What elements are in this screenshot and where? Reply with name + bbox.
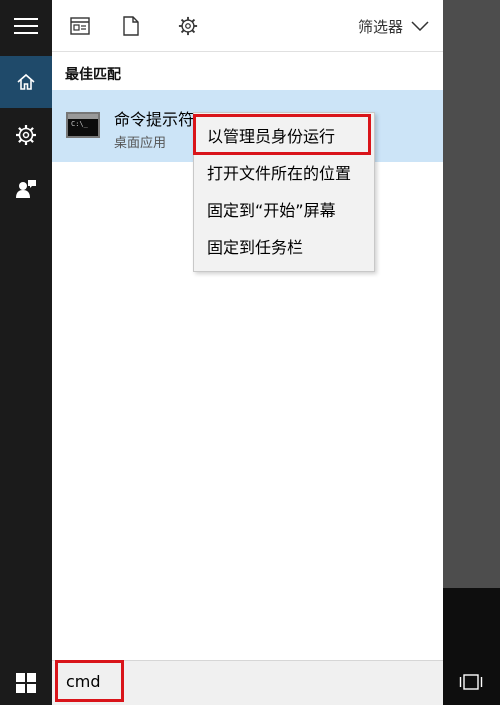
menu-item-pin-to-start[interactable]: 固定到“开始”屏幕: [194, 192, 374, 226]
settings-button[interactable]: [0, 109, 52, 161]
settings-gear-icon: [178, 16, 198, 36]
blank-document-icon: [123, 16, 139, 36]
settings-filter-button[interactable]: [176, 14, 200, 38]
feedback-button[interactable]: [0, 163, 52, 215]
home-button[interactable]: [0, 56, 52, 108]
best-match-heading: 最佳匹配: [65, 67, 121, 83]
desktop-backdrop: [443, 0, 500, 590]
settings-gear-icon: [16, 125, 36, 145]
search-input-highlight: [55, 660, 124, 702]
documents-filter-button[interactable]: [119, 14, 143, 38]
apps-filter-button[interactable]: [68, 14, 92, 38]
hamburger-menu-button[interactable]: [0, 0, 52, 52]
user-feedback-icon: [16, 180, 36, 198]
left-rail: [0, 0, 52, 705]
panel-toolbar: 筛选器: [52, 0, 443, 52]
menu-item-pin-to-taskbar[interactable]: 固定到任务栏: [194, 229, 374, 263]
result-type: 桌面应用: [114, 136, 167, 151]
task-view-button[interactable]: [457, 668, 485, 696]
windows-logo-icon: [16, 672, 36, 693]
document-window-icon: [70, 17, 90, 35]
menu-item-open-file-location[interactable]: 打开文件所在的位置: [194, 155, 374, 189]
chevron-down-icon: [411, 21, 429, 31]
search-results-panel: 筛选器 最佳匹配 C:\_ 命令提示符 桌面应用: [52, 0, 443, 660]
command-prompt-icon: C:\_: [66, 112, 100, 138]
hamburger-menu-icon: [14, 18, 38, 34]
start-button[interactable]: [0, 660, 52, 705]
run-as-admin-highlight: [193, 114, 371, 155]
filter-label: 筛选器: [357, 17, 403, 36]
result-name: 命令提示符: [114, 110, 195, 129]
home-icon: [17, 73, 35, 90]
filter-dropdown[interactable]: 筛选器: [358, 14, 429, 38]
task-view-icon: [459, 674, 483, 690]
